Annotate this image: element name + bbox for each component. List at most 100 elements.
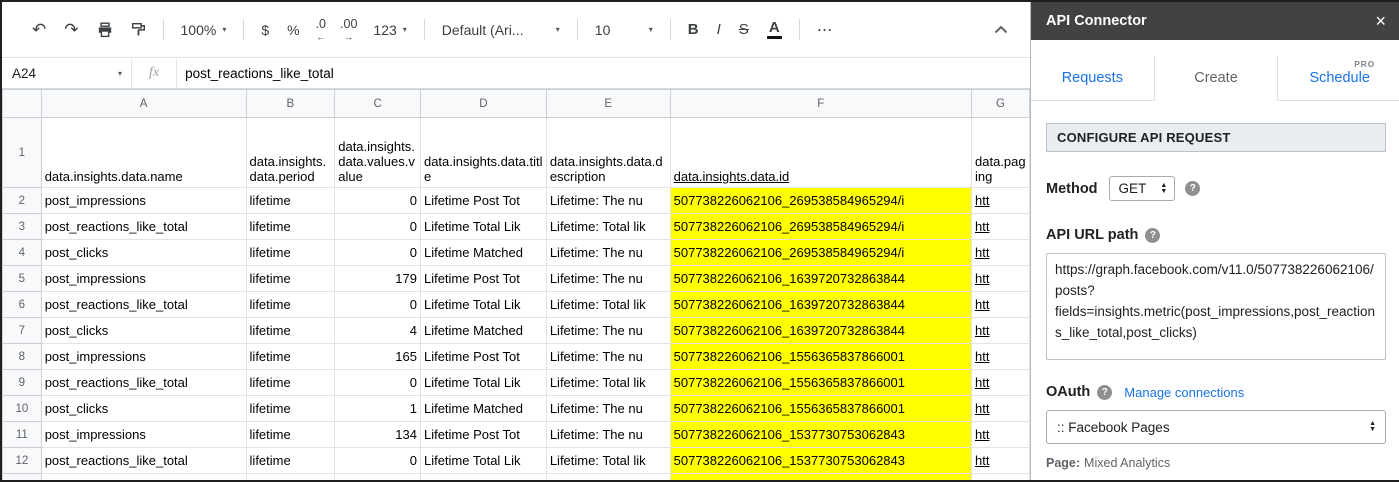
cell-C3[interactable]: 0 (334, 213, 421, 240)
cell-B11[interactable]: lifetime (245, 421, 336, 448)
row-header-13[interactable]: 13 (2, 473, 42, 480)
decrease-decimal-button[interactable]: .0 ← (310, 16, 332, 44)
cell-G13[interactable]: htt (971, 473, 1030, 480)
cell-A1[interactable]: data.insights.data.name (40, 117, 247, 188)
cell-C11[interactable]: 134 (334, 421, 421, 448)
tab-requests[interactable]: Requests (1031, 56, 1154, 100)
oauth-help-icon[interactable]: ? (1097, 384, 1113, 400)
row-header-5[interactable]: 5 (2, 265, 42, 292)
strikethrough-button[interactable]: S (731, 16, 757, 43)
name-box[interactable]: A24 ▾ (2, 66, 131, 81)
api-url-input[interactable]: https://graph.facebook.com/v11.0/5077382… (1046, 253, 1386, 360)
cell-A12[interactable]: post_reactions_like_total (40, 447, 247, 474)
cell-A6[interactable]: post_reactions_like_total (40, 291, 247, 318)
cell-E12[interactable]: Lifetime: Total lik (545, 447, 671, 474)
font-size-select[interactable]: 10 ▾ (587, 17, 661, 43)
cell-F12[interactable]: 507738226062106_1537730753062843 (669, 447, 973, 474)
cell-F8[interactable]: 507738226062106_1556365837866001 (669, 343, 973, 370)
redo-icon[interactable]: ↷ (56, 16, 86, 43)
row-header-2[interactable]: 2 (2, 187, 42, 214)
cell-A4[interactable]: post_clicks (40, 239, 247, 266)
cell-F7[interactable]: 507738226062106_1639720732863844 (669, 317, 973, 344)
cell-F11[interactable]: 507738226062106_1537730753062843 (669, 421, 973, 448)
cell-C5[interactable]: 179 (334, 265, 421, 292)
column-header-F[interactable]: F (669, 89, 973, 118)
cell-D6[interactable]: Lifetime Total Lik (419, 291, 547, 318)
row-header-3[interactable]: 3 (2, 213, 42, 240)
manage-connections-link[interactable]: Manage connections (1124, 385, 1244, 400)
cell-C13[interactable]: 2 (334, 473, 421, 480)
cell-C12[interactable]: 0 (334, 447, 421, 474)
cell-B12[interactable]: lifetime (245, 447, 336, 474)
cell-D2[interactable]: Lifetime Post Tot (419, 187, 547, 214)
text-color-button[interactable]: A (759, 16, 790, 44)
cell-F5[interactable]: 507738226062106_1639720732863844 (669, 265, 973, 292)
cell-D10[interactable]: Lifetime Matched (419, 395, 547, 422)
cell-E8[interactable]: Lifetime: The nu (545, 343, 671, 370)
cell-D5[interactable]: Lifetime Post Tot (419, 265, 547, 292)
cell-A9[interactable]: post_reactions_like_total (40, 369, 247, 396)
cell-B8[interactable]: lifetime (245, 343, 336, 370)
column-header-B[interactable]: B (245, 89, 336, 118)
cell-B13[interactable]: lifetime (245, 473, 336, 480)
cell-C1[interactable]: data.insights.data.values.value (334, 117, 421, 188)
column-header-G[interactable]: G (971, 89, 1030, 118)
cell-F10[interactable]: 507738226062106_1556365837866001 (669, 395, 973, 422)
cell-B10[interactable]: lifetime (245, 395, 336, 422)
undo-icon[interactable]: ↶ (24, 16, 54, 43)
cell-A3[interactable]: post_reactions_like_total (40, 213, 247, 240)
cell-A7[interactable]: post_clicks (40, 317, 247, 344)
cell-F13[interactable]: 507738226062106_1537730753062843 (669, 473, 973, 480)
cell-C2[interactable]: 0 (334, 187, 421, 214)
more-formats-button[interactable]: 123 ▾ (365, 17, 414, 43)
cell-B9[interactable]: lifetime (245, 369, 336, 396)
cell-D1[interactable]: data.insights.data.title (419, 117, 547, 188)
select-all-corner[interactable] (2, 89, 42, 118)
cell-D7[interactable]: Lifetime Matched (419, 317, 547, 344)
cell-E3[interactable]: Lifetime: Total lik (545, 213, 671, 240)
cell-D9[interactable]: Lifetime Total Lik (419, 369, 547, 396)
cell-A13[interactable]: post_clicks (40, 473, 247, 480)
row-header-6[interactable]: 6 (2, 291, 42, 318)
format-percent-button[interactable]: % (279, 17, 307, 43)
cell-E6[interactable]: Lifetime: Total lik (545, 291, 671, 318)
bold-button[interactable]: B (680, 16, 707, 43)
cell-B6[interactable]: lifetime (245, 291, 336, 318)
cell-G7[interactable]: htt (971, 317, 1030, 344)
cell-C9[interactable]: 0 (334, 369, 421, 396)
cell-G4[interactable]: htt (971, 239, 1030, 266)
cell-G2[interactable]: htt (971, 187, 1030, 214)
method-help-icon[interactable]: ? (1185, 181, 1201, 196)
cell-E11[interactable]: Lifetime: The nu (545, 421, 671, 448)
tab-schedule[interactable]: PRO Schedule (1278, 56, 1399, 100)
cell-E4[interactable]: Lifetime: The nu (545, 239, 671, 266)
cell-E5[interactable]: Lifetime: The nu (545, 265, 671, 292)
cell-E9[interactable]: Lifetime: Total lik (545, 369, 671, 396)
formula-input[interactable]: post_reactions_like_total (177, 66, 334, 81)
tab-create[interactable]: Create (1153, 56, 1279, 101)
cell-B1[interactable]: data.insights.data.period (245, 117, 336, 188)
format-currency-button[interactable]: $ (253, 17, 277, 43)
cell-B7[interactable]: lifetime (245, 317, 336, 344)
cell-F1[interactable]: data.insights.data.id (669, 117, 973, 188)
cell-A11[interactable]: post_impressions (40, 421, 247, 448)
cell-G5[interactable]: htt (971, 265, 1030, 292)
cell-C8[interactable]: 165 (334, 343, 421, 370)
cell-A8[interactable]: post_impressions (40, 343, 247, 370)
cell-B5[interactable]: lifetime (245, 265, 336, 292)
cell-E1[interactable]: data.insights.data.description (545, 117, 671, 188)
close-icon[interactable]: × (1375, 12, 1386, 30)
oauth-connection-select[interactable]: :: Facebook Pages ▲ ▼ (1046, 410, 1386, 444)
method-select[interactable]: GET ▲ ▼ (1108, 176, 1176, 201)
cell-F3[interactable]: 507738226062106_269538584965294/i (669, 213, 973, 240)
cell-B3[interactable]: lifetime (245, 213, 336, 240)
cell-C6[interactable]: 0 (334, 291, 421, 318)
column-header-E[interactable]: E (545, 89, 671, 118)
cell-C4[interactable]: 0 (334, 239, 421, 266)
cell-G12[interactable]: htt (971, 447, 1030, 474)
column-header-D[interactable]: D (419, 89, 547, 118)
cell-D8[interactable]: Lifetime Post Tot (419, 343, 547, 370)
paint-format-icon[interactable] (123, 17, 154, 42)
cell-G1[interactable]: data.paging (971, 117, 1030, 188)
cell-C10[interactable]: 1 (334, 395, 421, 422)
